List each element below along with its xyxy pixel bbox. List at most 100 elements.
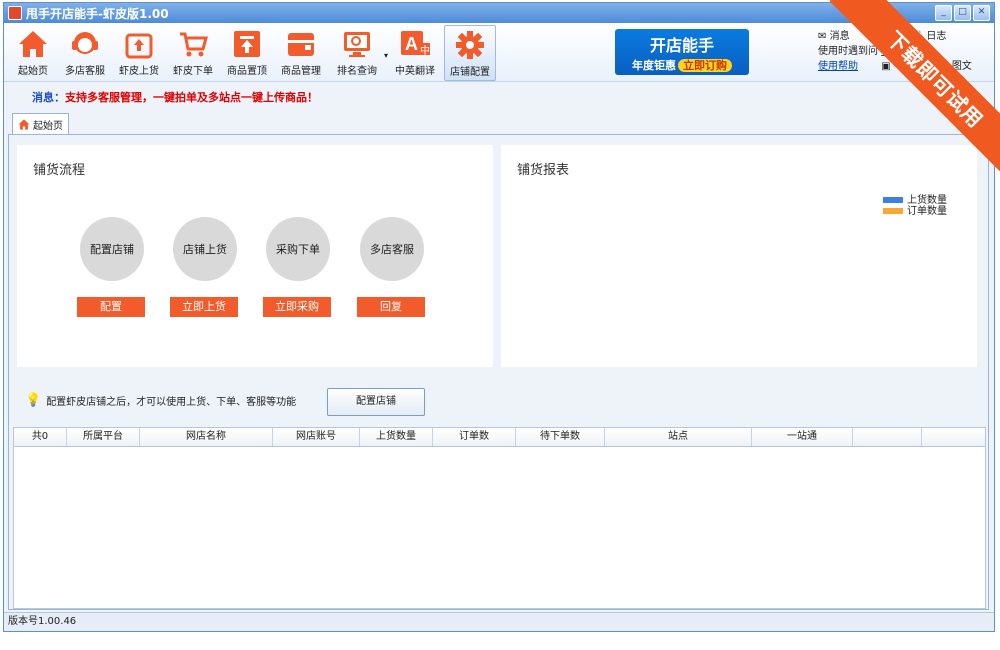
col-count[interactable]: 共0	[14, 428, 67, 446]
status-bar: 版本号1.00.46	[4, 612, 994, 631]
graphic-link[interactable]: 图文	[952, 61, 972, 72]
upload-box-icon	[123, 28, 155, 60]
col-extra[interactable]	[853, 428, 922, 446]
config-button[interactable]: 配置	[77, 297, 145, 317]
toolbar-label: 商品管理	[281, 66, 321, 77]
promo-subtitle: 年度钜惠	[632, 59, 676, 72]
toolbar-product-manage[interactable]: 商品管理	[276, 25, 326, 79]
toolbar-translate[interactable]: A中 中英翻译	[390, 25, 440, 79]
close-button[interactable]: ✕	[973, 5, 990, 21]
step-circle: 采购下单	[266, 217, 330, 281]
col-one-stop[interactable]: 一站通	[752, 428, 853, 446]
legend-label: 上货数量	[907, 195, 947, 206]
report-panel: 铺货报表 上货数量 订单数量	[501, 145, 977, 367]
help-link[interactable]: 使用帮助	[818, 61, 858, 72]
legend-swatch	[883, 208, 903, 214]
toolbar-multi-service[interactable]: 多店客服	[60, 25, 110, 79]
toolbar-shopee-order[interactable]: 虾皮下单	[168, 25, 218, 79]
legend-item-orders: 订单数量	[883, 206, 947, 217]
promo-title: 开店能手	[649, 36, 714, 55]
upload-now-button[interactable]: 立即上货	[170, 297, 238, 317]
toolbar-label: 虾皮下单	[173, 66, 213, 77]
svg-text:A: A	[405, 34, 418, 54]
toolbar-label: 店铺配置	[450, 67, 490, 78]
gear-icon	[454, 29, 486, 61]
toolbar-label: 虾皮上货	[119, 66, 159, 77]
col-upload-count[interactable]: 上货数量	[360, 428, 433, 446]
col-site[interactable]: 站点	[605, 428, 752, 446]
tab-row: 起始页	[12, 113, 69, 134]
hint-row: 💡 配置虾皮店铺之后，才可以使用上货、下单、客服等功能	[25, 393, 296, 408]
message-bar: 消息：支持多客服管理，一键拍单及多站点一键上传商品！	[32, 89, 318, 105]
legend-item-upload: 上货数量	[883, 195, 947, 206]
version-text: 版本号1.00.46	[8, 616, 77, 627]
toolbar-store-config[interactable]: 店铺配置	[444, 25, 496, 81]
process-panel: 铺货流程 配置店铺 配置 店铺上货 立即上货 采购下单 立即采购 多店客服 回复	[17, 145, 493, 367]
headset-icon	[69, 28, 101, 60]
contact-service-link[interactable]: 联系客服	[881, 46, 921, 57]
promo-cta[interactable]: 立即订购	[678, 59, 732, 72]
report-title: 铺货报表	[517, 163, 570, 178]
save-icon: ▣	[881, 61, 891, 72]
app-window: 甩手开店能手-虾皮版1.00 _ □ ✕ 起始页 多店客服 虾皮上货 虾皮下单 …	[3, 2, 995, 632]
col-pending-count[interactable]: 待下单数	[516, 428, 605, 446]
log-icon: 📄	[910, 31, 924, 42]
step-circle: 配置店铺	[80, 217, 144, 281]
svg-text:中: 中	[420, 44, 430, 57]
top-icon	[231, 28, 263, 60]
toolbar-product-top[interactable]: 商品置顶	[222, 25, 272, 79]
step-circle: 多店客服	[360, 217, 424, 281]
app-logo-icon	[8, 6, 22, 20]
toolbar-home[interactable]: 起始页	[8, 25, 58, 79]
table-header: 共0 所属平台 网店名称 网店账号 上货数量 订单数 待下单数 站点 一站通	[14, 428, 985, 447]
wallet-icon	[285, 28, 317, 60]
toolbar-label: 起始页	[18, 66, 48, 77]
minimize-button[interactable]: _	[935, 5, 952, 21]
toolbar-label: 排名查询	[337, 66, 377, 77]
col-platform[interactable]: 所属平台	[67, 428, 140, 446]
message-text: 支持多客服管理，一键拍单及多站点一键上传商品！	[65, 91, 318, 104]
store-table: 共0 所属平台 网店名称 网店账号 上货数量 订单数 待下单数 站点 一站通	[13, 427, 986, 609]
home-icon	[17, 28, 49, 60]
problem-text: 使用时遇到问	[818, 46, 878, 57]
message-link[interactable]: 消息	[830, 31, 850, 42]
toolbar-label: 商品置顶	[227, 66, 267, 77]
toolbar-rank-query[interactable]: 排名查询	[332, 25, 382, 79]
log-link[interactable]: 日志	[926, 31, 946, 42]
config-store-button[interactable]: 配置店铺	[327, 388, 425, 416]
window-controls: _ □ ✕	[935, 5, 990, 21]
message-key: 消息：	[32, 91, 65, 104]
hint-text: 配置虾皮店铺之后，才可以使用上货、下单、客服等功能	[46, 397, 297, 408]
tab-home[interactable]: 起始页	[12, 113, 69, 134]
legend-swatch	[883, 197, 903, 203]
col-store-name[interactable]: 网店名称	[140, 428, 273, 446]
home-icon	[18, 118, 30, 130]
right-links: ✉ 消息 📄 日志 使用时遇到问 联系客服 使用帮助 ▣ 图文	[818, 29, 972, 74]
toolbar-label: 中英翻译	[395, 66, 435, 77]
main-content: 铺货流程 配置店铺 配置 店铺上货 立即上货 采购下单 立即采购 多店客服 回复…	[8, 134, 989, 610]
maximize-button[interactable]: □	[954, 5, 971, 21]
toolbar-label: 多店客服	[65, 66, 105, 77]
promo-subtitle-row: 年度钜惠 立即订购	[615, 57, 749, 73]
window-title: 甩手开店能手-虾皮版1.00	[26, 6, 169, 21]
lightbulb-icon: 💡	[25, 393, 42, 408]
process-title: 铺货流程	[33, 163, 86, 178]
col-store-account[interactable]: 网店账号	[273, 428, 360, 446]
toolbar-shopee-upload[interactable]: 虾皮上货	[114, 25, 164, 79]
step-service: 多店客服 回复	[357, 217, 427, 317]
promo-banner[interactable]: 开店能手 年度钜惠 立即订购	[615, 29, 749, 75]
message-icon: ✉	[818, 31, 827, 42]
reply-button[interactable]: 回复	[357, 297, 425, 317]
legend-label: 订单数量	[907, 206, 947, 217]
monitor-icon	[341, 28, 373, 60]
dropdown-arrow-icon[interactable]: ▾	[384, 51, 388, 60]
tab-label: 起始页	[33, 120, 63, 132]
purchase-now-button[interactable]: 立即采购	[263, 297, 331, 317]
chart-legend: 上货数量 订单数量	[883, 195, 947, 217]
title-bar: 甩手开店能手-虾皮版1.00	[4, 3, 994, 23]
translate-icon: A中	[399, 28, 431, 60]
col-order-count[interactable]: 订单数	[433, 428, 516, 446]
step-upload: 店铺上货 立即上货	[170, 217, 240, 317]
step-purchase: 采购下单 立即采购	[263, 217, 333, 317]
cart-icon	[177, 28, 209, 60]
